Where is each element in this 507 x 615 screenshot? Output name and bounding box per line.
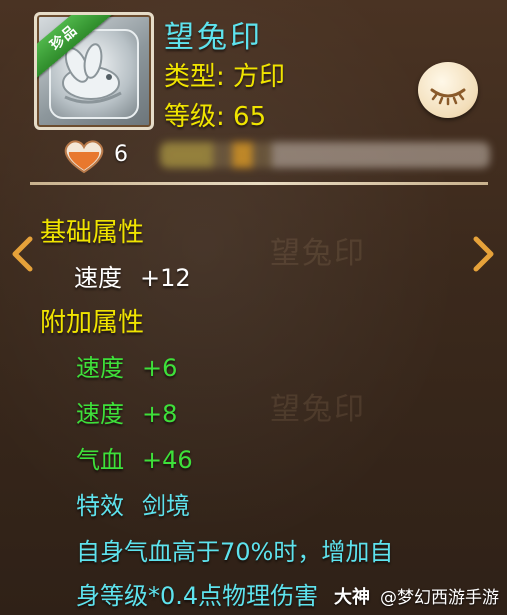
- ghost-background-text: 望兔印: [270, 236, 366, 271]
- item-tooltip-panel: 望兔印 望兔印 珍品 望兔印 类型: 方印 等级: 65 6 基础属性 速度 +…: [0, 0, 507, 615]
- watermark-text: @梦幻西游手游: [380, 588, 499, 608]
- stat-value: +8: [142, 400, 178, 428]
- stat-label: 速度: [74, 264, 122, 292]
- heart-icon: [64, 140, 104, 174]
- arrow-left-icon[interactable]: [10, 236, 34, 272]
- toggle-view-button[interactable]: [418, 62, 478, 118]
- effect-label: 特效: [76, 492, 124, 520]
- stat-value: +6: [142, 354, 178, 382]
- effect-value: 剑境: [142, 492, 190, 520]
- basic-section-title: 基础属性: [40, 218, 145, 248]
- extra-stat-row: 速度 +6: [76, 348, 177, 383]
- extra-stat-row: 速度 +8: [76, 394, 177, 429]
- item-icon-frame[interactable]: 珍品: [34, 12, 154, 130]
- extra-stat-row: 气血 +46: [76, 440, 193, 475]
- watermark: 大神 @梦幻西游手游: [334, 583, 499, 609]
- stat-value: +12: [140, 264, 191, 292]
- eye-closed-icon: [430, 88, 466, 106]
- stat-label: 速度: [76, 354, 124, 382]
- heart-count: 6: [114, 142, 128, 167]
- effect-description-line2: 身等级*0.4点物理伤害: [76, 582, 319, 610]
- effect-description-line1: 自身气血高于70%时，增加自: [76, 538, 394, 566]
- stat-label: 速度: [76, 400, 124, 428]
- stat-value: +46: [142, 446, 193, 474]
- divider: [30, 182, 488, 185]
- watermark-logo: 大神: [334, 587, 370, 608]
- item-name: 望兔印: [164, 20, 263, 55]
- extra-section-title: 附加属性: [40, 308, 145, 338]
- arrow-right-icon[interactable]: [472, 236, 496, 272]
- item-type: 类型: 方印: [164, 62, 286, 92]
- stat-label: 气血: [76, 446, 124, 474]
- blurred-info-strip: [160, 142, 490, 168]
- item-level: 等级: 65: [164, 102, 267, 132]
- special-effect-row: 特效 剑境: [76, 486, 190, 521]
- ghost-background-text: 望兔印: [270, 392, 366, 427]
- basic-stat-row: 速度 +12: [74, 258, 191, 293]
